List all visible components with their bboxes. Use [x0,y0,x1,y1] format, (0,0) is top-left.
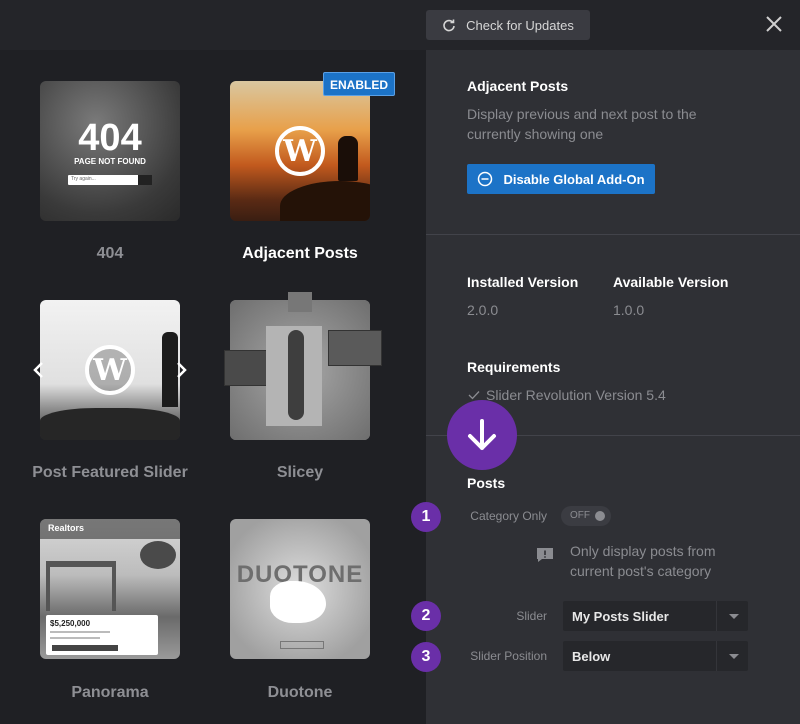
addon-card-duotone[interactable]: DUOTONE [230,519,370,659]
divider [426,234,800,235]
addon-label-adjacent-posts: Adjacent Posts [242,245,358,262]
cliff-silhouette [40,408,180,440]
minus-circle-icon [478,171,493,187]
addon-label-panorama: Panorama [71,684,149,701]
duotone-splash [270,581,326,623]
category-only-toggle[interactable]: OFF [561,506,611,526]
disable-global-addon-label: Disable Global Add-On [503,171,645,187]
top-bar [0,0,800,50]
installed-version-value: 2.0.0 [467,302,499,318]
slicey-slice-2 [288,292,312,312]
card-404-search: Try again... [68,175,152,185]
panorama-header-bar: Realtors [40,519,180,539]
check-for-updates-label: Check for Updates [466,17,574,33]
enabled-badge: ENABLED [323,72,396,96]
addon-card-slicey[interactable] [224,292,382,440]
chevron-down-icon[interactable] [716,601,748,631]
chevron-right-icon[interactable] [176,361,188,379]
addon-card-adjacent-posts[interactable]: W [230,81,370,221]
slider-label: Slider [516,609,547,623]
panorama-palm [140,541,176,569]
hiker-silhouette [338,136,358,181]
installed-version-label: Installed Version [467,274,579,290]
available-version-value: 1.0.0 [613,302,645,318]
comment-info-icon [537,548,553,562]
slicey-person [288,330,304,420]
card-404-subtitle: PAGE NOT FOUND [74,157,146,166]
addon-description: Display previous and next post to the cu… [467,106,697,142]
addon-card-post-featured-slider[interactable]: W [40,300,180,440]
category-only-info: Only display posts from current post's c… [570,543,716,579]
panorama-listing-card: $5,250,000 [46,615,158,655]
toggle-knob [595,511,605,521]
close-icon[interactable] [762,12,786,36]
wordpress-icon: W [275,126,325,176]
slider-position-select[interactable]: Below [563,641,748,671]
checkmark-icon [468,391,480,400]
duotone-bottom-bar [280,641,324,649]
disable-global-addon-button[interactable]: Disable Global Add-On [467,164,655,194]
toggle-state-label: OFF [570,510,590,521]
requirement-item: Slider Revolution Version 5.4 [486,387,666,403]
slider-select[interactable]: My Posts Slider [563,601,748,631]
addon-card-404[interactable]: 404 PAGE NOT FOUND Try again... [40,81,180,221]
refresh-icon [443,19,455,32]
addon-label-slicey: Slicey [276,464,324,481]
scroll-down-icon [447,400,517,470]
slicey-slice-3 [328,330,382,366]
posts-section-title: Posts [467,475,506,491]
slider-position-label: Slider Position [470,649,547,663]
wordpress-icon: W [85,345,135,395]
category-only-label: Category Only [470,509,547,523]
slider-select-value: My Posts Slider [572,609,669,624]
addon-title: Adjacent Posts [467,78,569,94]
addon-label-duotone: Duotone [267,684,333,701]
slider-position-select-value: Below [572,649,611,664]
addon-label-404: 404 [96,245,124,262]
rock-silhouette [280,181,370,221]
chevron-down-icon[interactable] [716,641,748,671]
chevron-left-icon[interactable] [32,361,44,379]
panorama-pergola [46,561,116,611]
requirements-label: Requirements [467,359,561,375]
addon-card-panorama[interactable]: Realtors $5,250,000 [40,519,180,659]
check-for-updates-button[interactable]: Check for Updates [426,10,590,40]
available-version-label: Available Version [613,274,729,290]
addon-label-post-featured-slider: Post Featured Slider [32,464,188,481]
card-404-title: 404 [78,117,142,159]
